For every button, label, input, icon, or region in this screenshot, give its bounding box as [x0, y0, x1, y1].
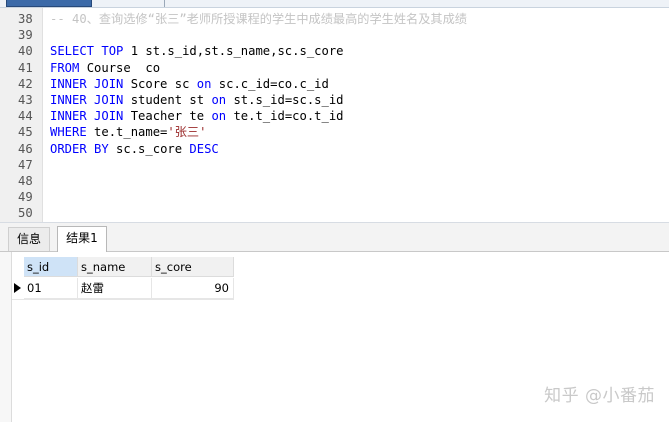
sql-keyword: on	[211, 93, 227, 107]
watermark: 知乎 @小番茄	[544, 386, 655, 406]
line-number: 43	[18, 93, 33, 107]
sql-keyword: DESC	[189, 141, 219, 156]
result-tab-bar: 信息 结果1	[0, 223, 669, 253]
code-text[interactable]: SELECT TOP 1 st.s_id,st.s_name,sc.s_core	[50, 43, 344, 59]
code-text[interactable]: INNER JOIN Score sc on sc.c_id=co.c_id	[50, 76, 329, 92]
sql-keyword: on	[196, 76, 212, 91]
sql-keyword: SELECT TOP	[50, 44, 131, 59]
sql-keyword: INNER JOIN	[50, 93, 124, 107]
sql-token: te.t_id=co.t_id	[226, 109, 344, 124]
line-number: 39	[18, 28, 33, 43]
code-text[interactable]: FROM Course co	[50, 60, 160, 76]
tab-info[interactable]: 信息	[8, 227, 50, 251]
line-number: 48	[18, 174, 33, 188]
code-text[interactable]: INNER JOIN Teacher te on te.t_id=co.t_id	[50, 108, 344, 124]
line-number: 42	[18, 76, 33, 91]
sql-keyword: ORDER BY	[50, 141, 109, 156]
sql-keyword: WHERE	[50, 125, 87, 140]
code-line[interactable]: 44 INNER JOIN Teacher te on te.t_id=co.t_…	[0, 108, 669, 124]
code-line[interactable]: 38 -- 40、查询选修“张三”老师所授课程的学生中成绩最高的学生姓名及其成绩	[0, 11, 669, 27]
code-line[interactable]: 50	[0, 205, 669, 221]
code-line[interactable]: 39	[0, 27, 669, 43]
code-text[interactable]: INNER JOIN student st on st.s_id=sc.s_id	[50, 92, 344, 108]
sql-editor[interactable]: 38 -- 40、查询选修“张三”老师所授课程的学生中成绩最高的学生姓名及其成绩 3…	[0, 8, 669, 223]
code-text[interactable]: -- 40、查询选修“张三”老师所授课程的学生中成绩最高的学生姓名及其成绩	[50, 11, 467, 27]
column-header-s-core[interactable]: s_core	[152, 257, 234, 277]
cell-s-id[interactable]: 01	[24, 278, 78, 299]
line-number: 46	[18, 141, 33, 156]
line-number: 47	[18, 157, 33, 172]
line-number: 40	[18, 44, 33, 59]
line-number: 41	[18, 60, 33, 75]
sql-token: Course co	[79, 60, 161, 75]
code-line[interactable]: 45 WHERE te.t_name='张三'	[0, 124, 669, 140]
cell-s-name[interactable]: 赵雷	[78, 278, 152, 299]
column-header-s-name[interactable]: s_name	[78, 257, 152, 277]
cell-s-core[interactable]: 90	[152, 278, 234, 299]
sql-token: 1	[130, 44, 139, 59]
code-line[interactable]: 42 INNER JOIN Score sc on sc.c_id=co.c_id	[0, 76, 669, 92]
code-text[interactable]: ORDER BY sc.s_core DESC	[50, 141, 219, 157]
column-header-s-id[interactable]: s_id	[24, 257, 78, 277]
sql-comment: -- 40、查询选修“张三”老师所授课程的学生中成绩最高的学生姓名及其成绩	[50, 12, 467, 26]
sql-string: '张三'	[167, 125, 207, 140]
line-number: 50	[18, 206, 33, 221]
row-divider	[12, 299, 234, 300]
sql-keyword: FROM	[50, 60, 80, 75]
sql-keyword: on	[211, 109, 227, 124]
line-number: 38	[18, 12, 33, 26]
sql-token: Teacher te	[123, 109, 212, 124]
code-line[interactable]: 43 INNER JOIN student st on st.s_id=sc.s_…	[0, 92, 669, 108]
tab-result-1[interactable]: 结果1	[57, 226, 107, 253]
result-grid: s_id s_name s_core 01 赵雷 90 知乎 @小番茄	[0, 252, 669, 422]
sql-keyword: INNER JOIN	[50, 109, 124, 124]
sql-token: te.t_name=	[86, 125, 168, 140]
line-number: 44	[18, 109, 33, 124]
row-indicator-column	[0, 252, 12, 422]
query-tab[interactable]	[6, 0, 92, 7]
code-line[interactable]: 49	[0, 189, 669, 205]
sql-token: Score sc	[123, 76, 197, 91]
top-toolbar-strip	[0, 0, 669, 8]
sql-token: st.s_id,st.s_name,sc.s_core	[138, 44, 344, 59]
code-text[interactable]: WHERE te.t_name='张三'	[50, 124, 206, 140]
code-line[interactable]: 40 SELECT TOP 1 st.s_id,st.s_name,sc.s_co…	[0, 43, 669, 59]
toolbar-separator	[164, 0, 165, 7]
code-line[interactable]: 47	[0, 157, 669, 173]
current-row-arrow-icon	[14, 283, 21, 293]
code-line[interactable]: 46 ORDER BY sc.s_core DESC	[0, 141, 669, 157]
sql-token: sc.c_id=co.c_id	[211, 76, 329, 91]
sql-token: st.s_id=sc.s_id	[226, 93, 344, 107]
code-line[interactable]: 48	[0, 173, 669, 189]
code-line[interactable]: 41 FROM Course co	[0, 60, 669, 76]
line-number: 45	[18, 125, 33, 140]
line-number: 49	[18, 190, 33, 205]
sql-keyword: INNER JOIN	[50, 76, 124, 91]
sql-token: sc.s_core	[108, 141, 190, 156]
sql-token: student st	[123, 93, 212, 107]
